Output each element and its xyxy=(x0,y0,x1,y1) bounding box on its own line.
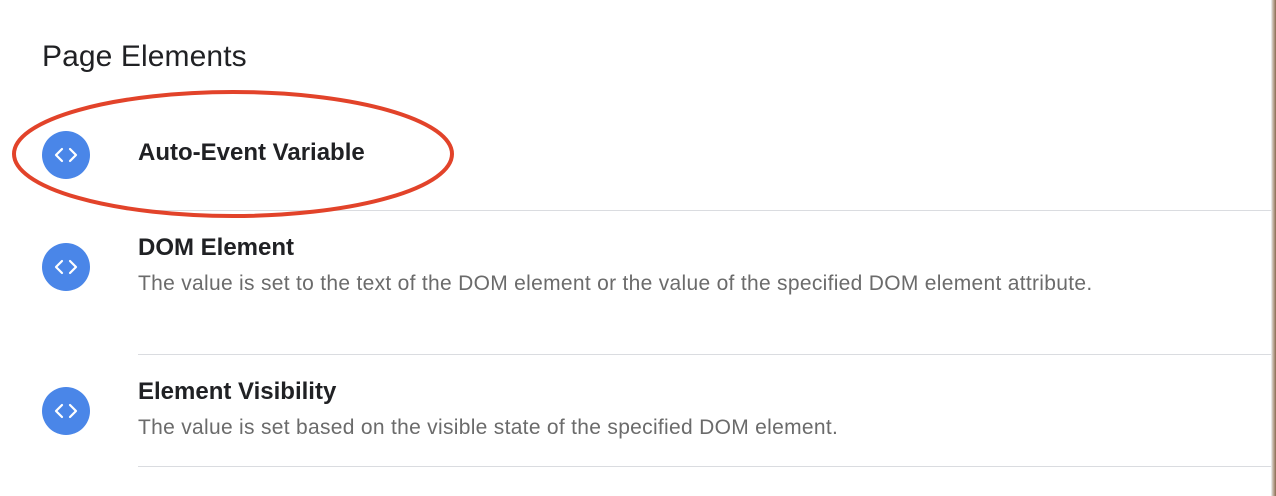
divider xyxy=(138,210,1272,211)
code-brackets-icon xyxy=(42,243,90,291)
divider xyxy=(138,466,1272,467)
variable-type-picker: Page Elements Auto-Event Variable DOM El… xyxy=(0,0,1276,496)
list-item-element-visibility[interactable]: Element Visibility The value is set base… xyxy=(0,356,1272,468)
item-title: Element Visibility xyxy=(138,378,337,405)
list-item-auto-event-variable[interactable]: Auto-Event Variable xyxy=(0,110,1272,212)
code-brackets-icon xyxy=(42,131,90,179)
section-title: Page Elements xyxy=(42,40,247,73)
item-description: The value is set to the text of the DOM … xyxy=(138,272,1093,295)
item-title: DOM Element xyxy=(138,234,295,261)
code-brackets-icon xyxy=(42,387,90,435)
background-edge xyxy=(1272,0,1276,496)
divider xyxy=(138,354,1272,355)
list-item-dom-element[interactable]: DOM Element The value is set to the text… xyxy=(0,212,1272,356)
item-title: Auto-Event Variable xyxy=(138,139,365,166)
item-description: The value is set based on the visible st… xyxy=(138,416,839,439)
